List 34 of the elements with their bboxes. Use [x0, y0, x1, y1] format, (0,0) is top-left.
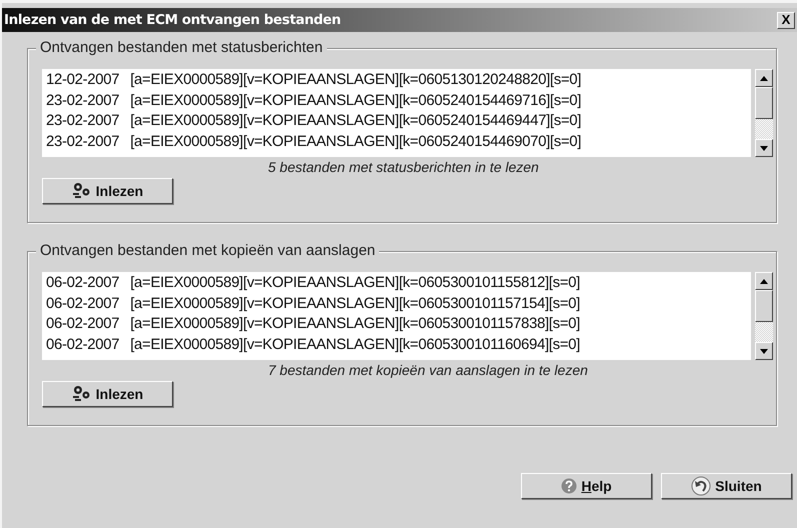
scrollbar[interactable]	[755, 272, 773, 360]
group-title: Ontvangen bestanden met statusberichten	[36, 39, 327, 57]
close-button[interactable]: X	[777, 12, 795, 28]
gears-icon	[72, 385, 92, 403]
scrollbar-thumb[interactable]	[755, 290, 773, 322]
file-count-text: 5 bestanden met statusberichten in te lezen	[268, 159, 540, 175]
scroll-down-button[interactable]	[755, 139, 773, 157]
group-title: Ontvangen bestanden met kopieën van aanslagen	[36, 242, 380, 260]
file-list-item[interactable]: 12-02-2007 [a=EIEX0000589][v=KOPIEAANSLAGEN][k=0605130120248820][s=0]	[46, 70, 747, 90]
scroll-up-button[interactable]	[755, 69, 773, 87]
scroll-down-button[interactable]	[755, 342, 773, 360]
scroll-up-button[interactable]	[755, 272, 773, 290]
read-in-button[interactable]: Inlezen	[42, 178, 173, 204]
gears-icon	[72, 182, 92, 200]
close-button[interactable]: Sluiten	[661, 473, 792, 499]
file-list-item[interactable]: 06-02-2007 [a=EIEX0000589][v=KOPIEAANSLAGEN][k=0605300101157154][s=0]	[46, 294, 747, 314]
window-title: Inlezen van de met ECM ontvangen bestanden	[4, 10, 341, 30]
scrollbar-thumb[interactable]	[755, 87, 773, 119]
file-list-item[interactable]: 06-02-2007 [a=EIEX0000589][v=KOPIEAANSLAGEN][k=0605300101155812][s=0]	[46, 273, 747, 294]
undo-icon	[691, 476, 712, 496]
help-button[interactable]: Help	[521, 473, 652, 499]
file-list-item[interactable]: 23-02-2007 [a=EIEX0000589][v=KOPIEAANSLAGEN][k=0605240154469716][s=0]	[46, 90, 747, 111]
read-in-button[interactable]: Inlezen	[42, 381, 173, 407]
help-icon	[561, 478, 578, 494]
down-arrow-icon	[760, 146, 768, 150]
file-count-text: 7 bestanden met kopieën van aanslagen in te lezen	[268, 362, 589, 378]
up-arrow-icon	[760, 76, 768, 80]
up-arrow-icon	[760, 278, 768, 284]
file-list-item[interactable]: 23-02-2007 [a=EIEX0000589][v=KOPIEAANSLAGEN][k=0605240154469070][s=0]	[46, 132, 747, 152]
file-list-item[interactable]: 23-02-2007 [a=EIEX0000589][v=KOPIEAANSLAGEN][k=0605240154469447][s=0]	[46, 111, 747, 132]
file-list-item[interactable]: 06-02-2007 [a=EIEX0000589][v=KOPIEAANSLAGEN][k=0605300101157838][s=0]	[46, 314, 747, 334]
down-arrow-icon	[760, 348, 768, 354]
file-list-item[interactable]: 06-02-2007 [a=EIEX0000589][v=KOPIEAANSLAGEN][k=0605300101160694][s=0]	[46, 334, 747, 355]
scrollbar[interactable]	[755, 69, 773, 157]
